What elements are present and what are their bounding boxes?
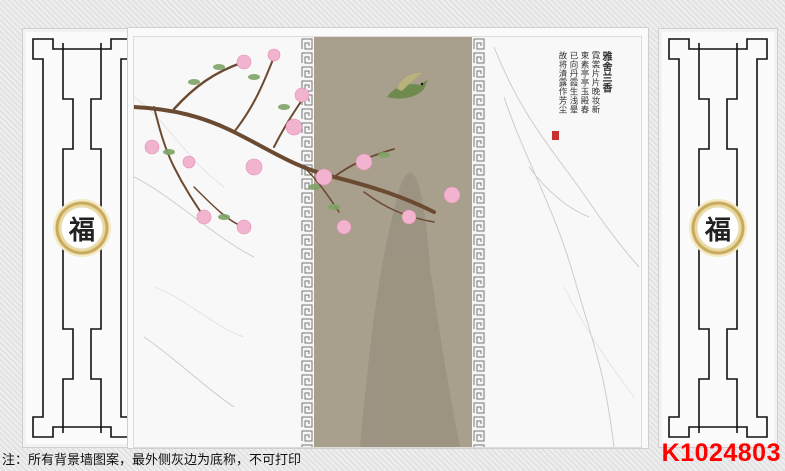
poem-line: 已向丹霞生浅晕 [568, 51, 578, 114]
bird-icon [387, 72, 428, 99]
poem-title: 雅舍兰香 [600, 51, 611, 93]
greek-key-border-right [472, 37, 486, 447]
right-side-panel: 福 [658, 28, 778, 448]
poem-inscription: 雅舍兰香 霓裳片片晚妆新 束素亭亭玉殿春 已向丹霞生浅晕 故将清露作芳尘 [546, 51, 611, 114]
poem-line: 束素亭亭玉殿春 [579, 51, 589, 114]
poem-line: 霓裳片片晚妆新 [590, 51, 600, 114]
poem-line: 故将清露作芳尘 [557, 51, 567, 114]
left-side-panel: 福 [22, 28, 142, 448]
fu-character-medal-icon: 福 [689, 199, 747, 257]
print-note-caption: 注：所有背景墙图案，最外侧灰边为底称，不可打印 [2, 453, 302, 468]
red-seal-icon [552, 131, 559, 140]
fu-character-medal-icon: 福 [53, 199, 111, 257]
product-code: K1024803 [661, 439, 781, 467]
main-mural: 雅舍兰香 霓裳片片晚妆新 束素亭亭玉殿春 已向丹霞生浅晕 故将清露作芳尘 [133, 36, 642, 448]
